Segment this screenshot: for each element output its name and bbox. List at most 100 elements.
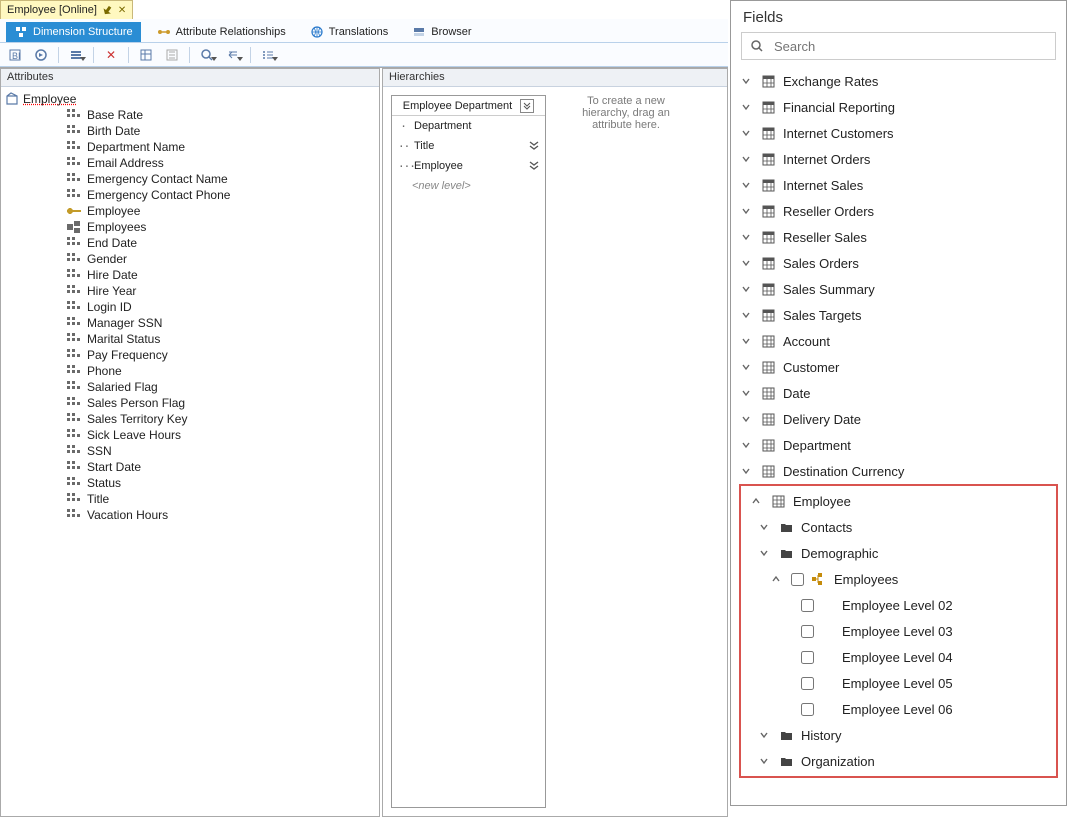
tab-browser[interactable]: Browser — [404, 22, 479, 42]
attribute-item[interactable]: Employees — [45, 219, 375, 235]
field-table[interactable]: Internet Sales — [731, 172, 1066, 198]
attribute-item[interactable]: Login ID — [45, 299, 375, 315]
attribute-item[interactable]: Start Date — [45, 459, 375, 475]
attribute-label: Emergency Contact Phone — [87, 188, 230, 202]
field-checkbox[interactable] — [801, 677, 814, 690]
field-table[interactable]: Exchange Rates — [731, 68, 1066, 94]
attribute-item[interactable]: Gender — [45, 251, 375, 267]
attribute-item[interactable]: SSN — [45, 443, 375, 459]
attribute-item[interactable]: Marital Status — [45, 331, 375, 347]
add-bi-icon[interactable]: BI — [4, 45, 26, 65]
field-hierarchy-employees[interactable]: Employees — [741, 566, 1056, 592]
field-folder-organization[interactable]: Organization — [741, 748, 1056, 774]
field-hierarchy-level[interactable]: Employee Level 05 — [741, 670, 1056, 696]
tab-dimension-structure[interactable]: Dimension Structure — [6, 22, 141, 42]
attribute-item[interactable]: Hire Year — [45, 283, 375, 299]
attribute-item[interactable]: Manager SSN — [45, 315, 375, 331]
field-hierarchy-level[interactable]: Employee Level 03 — [741, 618, 1056, 644]
field-checkbox[interactable] — [801, 599, 814, 612]
field-table[interactable]: Date — [731, 380, 1066, 406]
tab-attribute-relationships[interactable]: Attribute Relationships — [149, 22, 294, 42]
delete-icon[interactable]: ✕ — [100, 45, 122, 65]
hierarchy-new-level[interactable]: <new level> — [392, 176, 545, 196]
field-table-employee[interactable]: Employee — [741, 488, 1056, 514]
close-icon[interactable]: ✕ — [118, 5, 126, 16]
attribute-item[interactable]: Birth Date — [45, 123, 375, 139]
view-mode-icon[interactable] — [65, 45, 87, 65]
tab-translations[interactable]: Translations — [302, 22, 397, 42]
hierarchy-title-row[interactable]: Employee Department — [392, 96, 545, 116]
attribute-item[interactable]: End Date — [45, 235, 375, 251]
attribute-item[interactable]: Title — [45, 491, 375, 507]
field-table[interactable]: Delivery Date — [731, 406, 1066, 432]
key-attribute-icon — [67, 205, 81, 217]
search-input[interactable] — [772, 38, 1047, 55]
hierarchies-body[interactable]: Employee Department ·Department··Title··… — [383, 87, 727, 816]
attribute-item[interactable]: Employee — [45, 203, 375, 219]
field-checkbox[interactable] — [801, 651, 814, 664]
attribute-root[interactable]: Employee — [5, 91, 375, 107]
attribute-item[interactable]: Pay Frequency — [45, 347, 375, 363]
field-table[interactable]: Reseller Orders — [731, 198, 1066, 224]
hierarchy-level[interactable]: ···Employee — [392, 156, 545, 176]
field-table[interactable]: Internet Orders — [731, 146, 1066, 172]
field-label: Employees — [834, 572, 898, 587]
field-label: Employee — [793, 494, 851, 509]
writeback-icon[interactable] — [222, 45, 244, 65]
field-checkbox[interactable] — [801, 703, 814, 716]
field-checkbox[interactable] — [791, 573, 804, 586]
field-table[interactable]: Internet Customers — [731, 120, 1066, 146]
attribute-item[interactable]: Salaried Flag — [45, 379, 375, 395]
field-hierarchy-level[interactable]: Employee Level 02 — [741, 592, 1056, 618]
chevron-down-icon — [741, 362, 753, 372]
attribute-label: Vacation Hours — [87, 508, 168, 522]
hierarchy-level[interactable]: ·Department — [392, 116, 545, 136]
field-table[interactable]: Department — [731, 432, 1066, 458]
field-folder-contacts[interactable]: Contacts — [741, 514, 1056, 540]
field-table[interactable]: Financial Reporting — [731, 94, 1066, 120]
hierarchy-level[interactable]: ··Title — [392, 136, 545, 156]
field-table[interactable]: Destination Currency — [731, 458, 1066, 484]
show-tree-icon[interactable] — [161, 45, 183, 65]
attribute-icon — [67, 493, 81, 505]
list-icon[interactable] — [257, 45, 279, 65]
field-checkbox[interactable] — [801, 625, 814, 638]
attribute-item[interactable]: Phone — [45, 363, 375, 379]
designer-mode-tabs: Dimension Structure Attribute Relationsh… — [0, 19, 728, 43]
field-table[interactable]: Sales Orders — [731, 250, 1066, 276]
pin-icon[interactable] — [103, 6, 112, 15]
show-table-icon[interactable] — [135, 45, 157, 65]
attribute-item[interactable]: Emergency Contact Name — [45, 171, 375, 187]
field-table[interactable]: Account — [731, 328, 1066, 354]
attribute-item[interactable]: Sick Leave Hours — [45, 427, 375, 443]
field-hierarchy-level[interactable]: Employee Level 06 — [741, 696, 1056, 722]
field-folder-history[interactable]: History — [741, 722, 1056, 748]
field-table[interactable]: Sales Summary — [731, 276, 1066, 302]
collapse-icon[interactable] — [520, 99, 534, 113]
field-table[interactable]: Customer — [731, 354, 1066, 380]
attribute-item[interactable]: Email Address — [45, 155, 375, 171]
attribute-item[interactable]: Vacation Hours — [45, 507, 375, 523]
field-table[interactable]: Sales Targets — [731, 302, 1066, 328]
attribute-item[interactable]: Sales Territory Key — [45, 411, 375, 427]
hierarchy-level-label: Title — [414, 140, 434, 152]
table-icon — [761, 464, 775, 478]
field-hierarchy-level[interactable]: Employee Level 04 — [741, 644, 1056, 670]
attribute-item[interactable]: Department Name — [45, 139, 375, 155]
attribute-label: Hire Date — [87, 268, 138, 282]
document-tab-employee[interactable]: Employee [Online] ✕ — [0, 0, 133, 19]
process-icon[interactable] — [30, 45, 52, 65]
measure-group-icon — [761, 230, 775, 244]
hierarchy-title: Employee Department — [403, 100, 512, 112]
chevron-down-icon — [741, 466, 753, 476]
field-folder-demographic[interactable]: Demographic — [741, 540, 1056, 566]
attribute-item[interactable]: Base Rate — [45, 107, 375, 123]
attribute-item[interactable]: Status — [45, 475, 375, 491]
attribute-item[interactable]: Emergency Contact Phone — [45, 187, 375, 203]
zoom-icon[interactable] — [196, 45, 218, 65]
fields-search[interactable] — [741, 32, 1056, 60]
attribute-item[interactable]: Hire Date — [45, 267, 375, 283]
attribute-item[interactable]: Sales Person Flag — [45, 395, 375, 411]
field-table[interactable]: Reseller Sales — [731, 224, 1066, 250]
hierarchy-card[interactable]: Employee Department ·Department··Title··… — [391, 95, 546, 808]
